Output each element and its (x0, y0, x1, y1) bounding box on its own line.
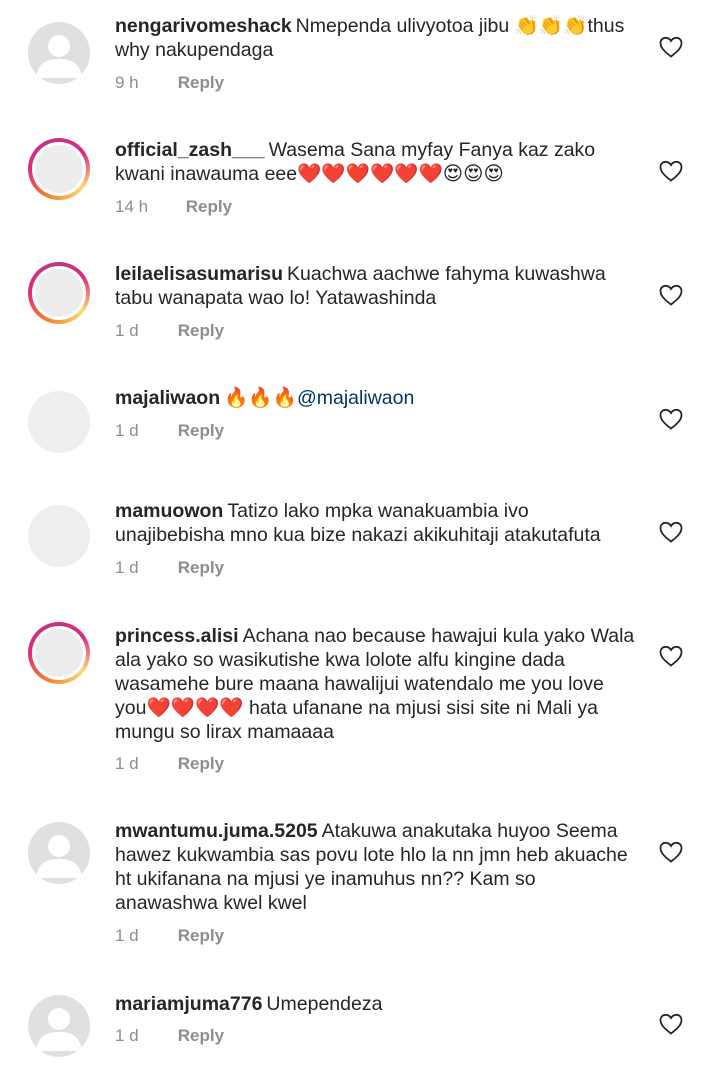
comment-time: 1 d (115, 421, 139, 440)
avatar-story-ring[interactable] (28, 138, 90, 200)
comment-username[interactable]: mariamjuma776 (115, 993, 262, 1015)
heart-icon[interactable] (659, 284, 683, 306)
comment-time: 1 d (115, 1026, 139, 1045)
comment-username[interactable]: mwantumu.juma.5205 (115, 820, 318, 842)
reply-button[interactable]: Reply (178, 73, 224, 92)
heart-icon[interactable] (659, 408, 683, 430)
heart-icon[interactable] (659, 521, 683, 543)
comment-time: 1 d (115, 321, 139, 340)
heart-icon[interactable] (659, 841, 683, 863)
comment-text: mariamjuma776 Umependeza (115, 992, 635, 1016)
comment-text: mwantumu.juma.5205 Atakuwa anakutaka huyo… (115, 819, 635, 915)
reply-button[interactable]: Reply (178, 754, 224, 773)
comment-time: 1 d (115, 926, 139, 945)
avatar[interactable] (28, 505, 90, 567)
reply-button[interactable]: Reply (178, 321, 224, 340)
comment-body: 🔥🔥🔥 (224, 387, 297, 409)
reply-button[interactable]: Reply (186, 197, 232, 216)
comment-username[interactable]: majaliwaon (115, 387, 220, 409)
avatar-story-ring[interactable] (28, 622, 90, 684)
comment-text: leilaelisasumarisu Kuachwa aachwe fahyma … (115, 262, 635, 310)
avatar[interactable] (28, 822, 90, 884)
comment-mention[interactable]: @majaliwaon (297, 387, 414, 409)
comment-username[interactable]: princess.alisi (115, 625, 239, 647)
avatar[interactable] (28, 995, 90, 1057)
heart-icon[interactable] (659, 645, 683, 667)
comment-body: Umependeza (266, 993, 383, 1015)
reply-button[interactable]: Reply (178, 926, 224, 945)
avatar[interactable] (28, 391, 90, 453)
default-avatar-icon (36, 835, 82, 878)
heart-icon[interactable] (659, 1013, 683, 1035)
comment-username[interactable]: leilaelisasumarisu (115, 263, 283, 285)
avatar-story-ring[interactable] (28, 262, 90, 324)
heart-icon[interactable] (659, 160, 683, 182)
comment-text: majaliwaon 🔥🔥🔥@majaliwaon (115, 386, 635, 410)
default-avatar-icon (36, 1008, 82, 1051)
comment-time: 14 h (115, 197, 149, 216)
comment-username[interactable]: nengarivomeshack (115, 15, 292, 37)
reply-button[interactable]: Reply (178, 1026, 224, 1045)
comment-text: mamuowon Tatizo lako mpka wanakuambia ivo… (115, 499, 635, 547)
comment-time: 1 d (115, 754, 139, 773)
reply-button[interactable]: Reply (178, 421, 224, 440)
default-avatar-icon (36, 35, 82, 78)
reply-button[interactable]: Reply (178, 558, 224, 577)
comment-time: 9 h (115, 73, 139, 92)
comment-username[interactable]: official_zash___ (115, 139, 265, 161)
heart-icon[interactable] (659, 36, 683, 58)
comment-text: princess.alisi Achana nao because hawajui… (115, 624, 635, 744)
comment-text: official_zash___ Wasema Sana myfay Fanya … (115, 138, 635, 186)
comment-text: nengarivomeshack Nmependa ulivyotoa jibu … (115, 14, 635, 62)
comment-time: 1 d (115, 558, 139, 577)
comment-username[interactable]: mamuowon (115, 500, 223, 522)
avatar[interactable] (28, 22, 90, 84)
